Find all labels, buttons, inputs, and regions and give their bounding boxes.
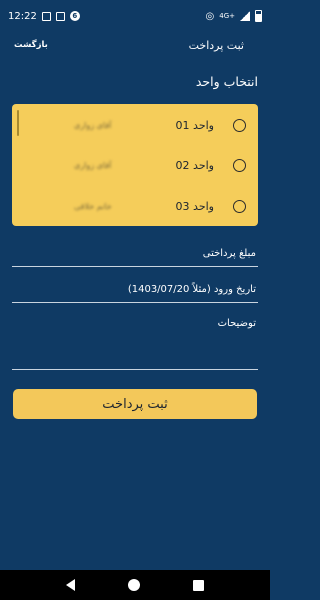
unit-radio-button[interactable] (233, 199, 246, 213)
date-label: تاریخ ورود (مثلاً 1403/07/20) (127, 284, 256, 295)
unit-list[interactable]: آقای زواری واحد 01 آقای زواری واحد 02 خا… (12, 104, 258, 226)
unit-label: واحد 03 (175, 199, 214, 213)
description-field[interactable]: توضیحات (12, 312, 258, 370)
unit-owner-name: آقای زواری (74, 120, 112, 130)
nav-recents-icon[interactable] (192, 579, 204, 591)
submit-payment-button[interactable]: ثبت پرداخت (13, 389, 257, 419)
network-type: 4G+ (219, 12, 235, 20)
badge-icon: 6 (69, 11, 80, 21)
hotspot-icon: ◎ (205, 10, 215, 22)
page-title: ثبت پرداخت (188, 38, 244, 52)
date-field[interactable]: تاریخ ورود (مثلاً 1403/07/20) (12, 276, 258, 303)
battery-icon (255, 10, 262, 22)
signal-icon (240, 11, 250, 21)
description-label: توضیحات (217, 318, 256, 329)
unit-option-01[interactable]: آقای زواری واحد 01 (12, 105, 258, 145)
app-notification-icon (55, 11, 65, 21)
unit-option-02[interactable]: آقای زواری واحد 02 (12, 145, 258, 185)
unit-label: واحد 02 (175, 158, 214, 172)
unit-radio-button[interactable] (233, 118, 246, 132)
app-bar: بازگشت ثبت پرداخت (0, 30, 270, 60)
unit-option-03[interactable]: خانم خلاقی واحد 03 (12, 186, 258, 226)
back-button[interactable]: بازگشت (14, 40, 48, 50)
amount-field[interactable]: مبلغ پرداختی (12, 240, 258, 267)
nav-back-icon[interactable] (66, 579, 76, 591)
system-nav-bar (0, 570, 270, 600)
amount-label: مبلغ پرداختی (202, 248, 256, 259)
nav-home-icon[interactable] (127, 579, 140, 591)
unit-label: واحد 01 (175, 118, 214, 132)
status-bar: 12:22 6 ◎ 4G+ (0, 0, 270, 32)
unit-owner-name: آقای زواری (74, 160, 112, 170)
clock: 12:22 (8, 10, 37, 22)
notification-icon (41, 11, 51, 21)
unit-owner-name: خانم خلاقی (74, 201, 112, 211)
unit-radio-button[interactable] (233, 158, 246, 172)
unit-section-title: انتخاب واحد (195, 74, 258, 89)
